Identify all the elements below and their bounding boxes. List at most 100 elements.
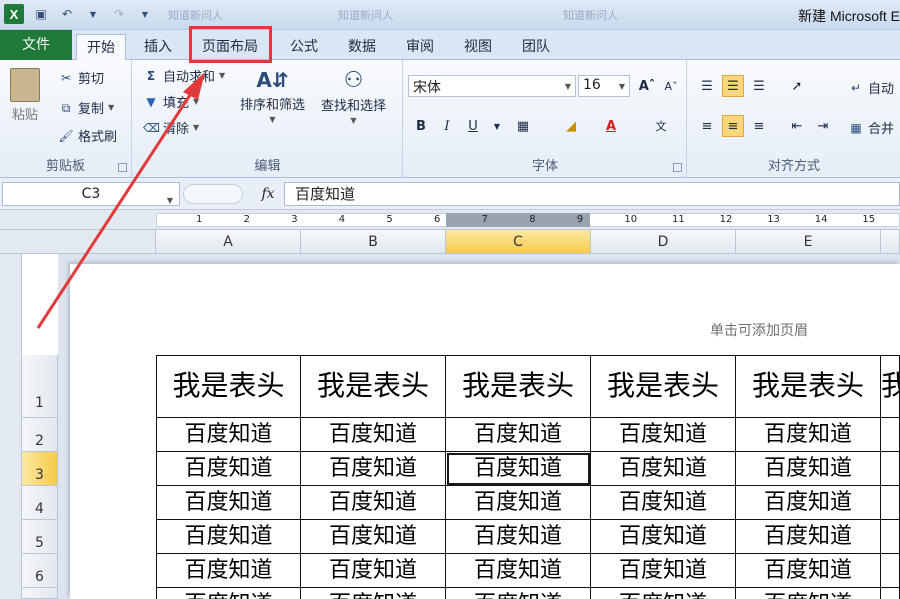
table-cell[interactable]: 百度知道: [301, 554, 446, 588]
fill-button[interactable]: ▼ 填充 ▼: [143, 92, 199, 112]
chevron-down-icon[interactable]: ▼: [167, 190, 173, 212]
row-header-5[interactable]: 5: [22, 520, 58, 554]
undo-icon[interactable]: ↶: [58, 5, 76, 23]
column-header-a[interactable]: A: [156, 230, 301, 254]
table-cell[interactable]: 百度知道: [156, 554, 301, 588]
table-cell[interactable]: 百度知道: [736, 486, 881, 520]
header-cell[interactable]: 我是表头: [301, 355, 446, 418]
header-cell[interactable]: 我: [881, 355, 900, 418]
name-box[interactable]: C3 ▼: [2, 182, 180, 206]
table-cell[interactable]: 百度知道: [591, 452, 736, 486]
header-cell[interactable]: 我是表头: [736, 355, 881, 418]
chevron-down-icon[interactable]: ▼: [486, 115, 508, 137]
row-header-4[interactable]: 4: [22, 486, 58, 520]
column-header-c[interactable]: C: [446, 230, 591, 254]
row-header-7[interactable]: [22, 588, 58, 599]
redo-icon[interactable]: ↷: [110, 5, 128, 23]
column-header-d[interactable]: D: [591, 230, 736, 254]
header-cell[interactable]: 我是表头: [446, 355, 591, 418]
column-header-f[interactable]: [881, 230, 900, 254]
save-icon[interactable]: ▣: [32, 5, 50, 23]
row-header-2[interactable]: 2: [22, 418, 58, 452]
underline-button[interactable]: U: [462, 115, 484, 137]
formula-bar-resize-handle[interactable]: [183, 184, 243, 204]
table-cell[interactable]: 百度知道: [156, 418, 301, 452]
table-cell[interactable]: 百度知道: [736, 588, 881, 599]
wrap-text-button[interactable]: ↵ 自动: [848, 78, 894, 98]
table-cell[interactable]: 百度知道: [156, 520, 301, 554]
italic-button[interactable]: I: [436, 115, 458, 137]
align-left-icon[interactable]: ≡: [696, 115, 718, 137]
table-cell[interactable]: [881, 486, 900, 520]
dialog-launcher-icon[interactable]: [118, 163, 127, 172]
tab-formulas[interactable]: 公式: [280, 34, 328, 60]
column-header-b[interactable]: B: [301, 230, 446, 254]
row-header-3[interactable]: 3: [22, 452, 58, 486]
table-cell[interactable]: 百度知道: [736, 452, 881, 486]
paste-button[interactable]: 粘贴: [10, 68, 40, 123]
table-cell[interactable]: [881, 452, 900, 486]
clear-button[interactable]: ⌫ 清除 ▼: [143, 118, 199, 138]
table-cell[interactable]: 百度知道: [156, 486, 301, 520]
formula-input[interactable]: 百度知道: [284, 182, 900, 206]
table-cell[interactable]: 百度知道: [156, 588, 301, 599]
orientation-icon[interactable]: ➚: [786, 75, 808, 97]
font-size-select[interactable]: 16 ▼: [578, 75, 630, 97]
table-cell[interactable]: 百度知道: [301, 418, 446, 452]
tab-home[interactable]: 开始: [76, 34, 126, 61]
table-cell[interactable]: 百度知道: [736, 554, 881, 588]
table-cell[interactable]: 百度知道: [446, 486, 591, 520]
tab-file[interactable]: 文件: [0, 30, 72, 60]
table-cell[interactable]: 百度知道: [591, 554, 736, 588]
shrink-font-icon[interactable]: Aˇ: [660, 75, 682, 97]
font-color-button[interactable]: A: [600, 115, 622, 137]
table-cell[interactable]: 百度知道: [591, 588, 736, 599]
table-cell[interactable]: 百度知道: [446, 588, 591, 599]
merge-button[interactable]: ▦ 合并: [848, 118, 894, 138]
tab-review[interactable]: 审阅: [396, 34, 444, 60]
table-cell[interactable]: 百度知道: [301, 588, 446, 599]
tab-data[interactable]: 数据: [338, 34, 386, 60]
table-cell[interactable]: [881, 418, 900, 452]
excel-logo-icon[interactable]: X: [4, 4, 24, 24]
header-cell[interactable]: 我是表头: [591, 355, 736, 418]
dialog-launcher-icon[interactable]: [673, 163, 682, 172]
cut-button[interactable]: ✂ 剪切: [58, 68, 104, 88]
fill-color-icon[interactable]: ◢: [560, 115, 582, 137]
bold-button[interactable]: B: [410, 115, 432, 137]
table-cell[interactable]: 百度知道: [736, 520, 881, 554]
align-middle-icon[interactable]: ☰: [722, 75, 744, 97]
autosum-button[interactable]: Σ 自动求和 ▼: [143, 66, 225, 86]
font-name-select[interactable]: 宋体 ▼: [408, 75, 576, 97]
column-header-e[interactable]: E: [736, 230, 881, 254]
chevron-down-icon[interactable]: ▼: [84, 5, 102, 23]
increase-indent-icon[interactable]: ⇥: [812, 115, 834, 137]
find-select-button[interactable]: ⚇ 查找和选择 ▼: [321, 68, 386, 125]
tab-insert[interactable]: 插入: [134, 34, 182, 60]
align-center-icon[interactable]: ≡: [722, 115, 744, 137]
row-header-1[interactable]: 1: [22, 355, 58, 418]
tab-view[interactable]: 视图: [454, 34, 502, 60]
table-cell[interactable]: 百度知道: [736, 418, 881, 452]
format-painter-button[interactable]: 🖌 格式刷: [58, 126, 117, 146]
customize-qat-icon[interactable]: ▼: [136, 5, 154, 23]
align-right-icon[interactable]: ≡: [748, 115, 770, 137]
table-cell[interactable]: 百度知道: [301, 486, 446, 520]
align-bottom-icon[interactable]: ☰: [748, 75, 770, 97]
table-cell[interactable]: 百度知道: [446, 520, 591, 554]
table-cell[interactable]: [881, 554, 900, 588]
align-top-icon[interactable]: ☰: [696, 75, 718, 97]
page-header-placeholder[interactable]: 单击可添加页眉: [710, 320, 808, 340]
copy-button[interactable]: ⧉ 复制 ▼: [58, 98, 114, 118]
grow-font-icon[interactable]: Aˆ: [636, 75, 658, 97]
table-cell[interactable]: 百度知道: [446, 554, 591, 588]
table-cell[interactable]: 百度知道: [301, 452, 446, 486]
table-cell[interactable]: 百度知道: [591, 520, 736, 554]
insert-function-button[interactable]: fx: [256, 182, 280, 206]
select-all-corner[interactable]: [0, 230, 156, 254]
tab-team[interactable]: 团队: [512, 34, 560, 60]
table-cell[interactable]: [881, 520, 900, 554]
table-cell[interactable]: 百度知道: [591, 418, 736, 452]
table-cell[interactable]: 百度知道: [301, 520, 446, 554]
table-cell[interactable]: 百度知道: [446, 418, 591, 452]
